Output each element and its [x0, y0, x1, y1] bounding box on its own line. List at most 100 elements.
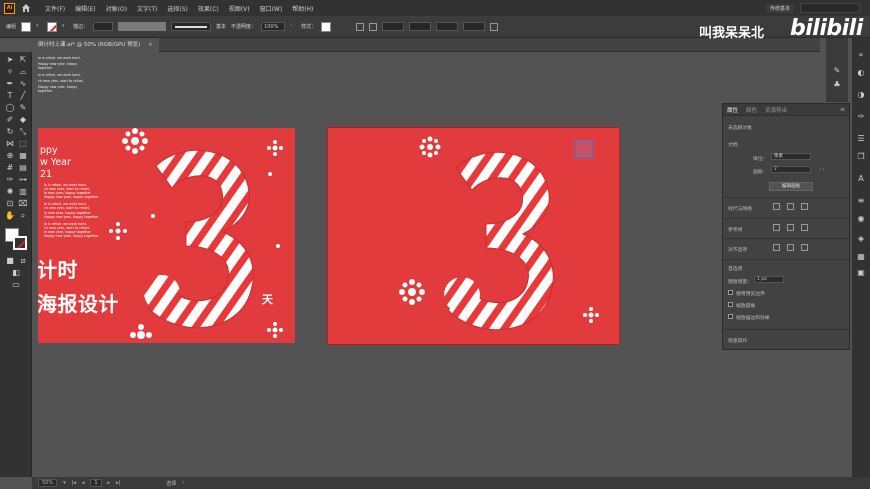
direct-selection-tool-icon[interactable]: ⇱: [18, 55, 28, 65]
guides-show-icon[interactable]: [773, 224, 780, 231]
character-icon[interactable]: A: [856, 174, 866, 184]
keyboard-increment-field[interactable]: 1 px: [754, 276, 784, 283]
chevron-down-icon[interactable]: ▾: [36, 23, 42, 31]
canvas[interactable]: lo is refuel, we work hard, Happy new ye…: [32, 52, 820, 477]
stroke-swatch[interactable]: [47, 21, 58, 32]
free-transform-icon[interactable]: ⬚: [18, 139, 28, 149]
stroke-style-preview[interactable]: [171, 22, 212, 31]
appearance-icon[interactable]: ◉: [856, 214, 866, 224]
close-icon[interactable]: ×: [148, 42, 153, 48]
none-color-icon[interactable]: ⧄: [18, 256, 28, 266]
paintbrush-icon[interactable]: ✎: [18, 103, 28, 113]
last-artboard-icon[interactable]: ▸|: [116, 480, 120, 486]
color-panel-icon[interactable]: ◐: [856, 68, 866, 78]
brushes-icon[interactable]: ✑: [856, 112, 866, 122]
brush-panel-icon[interactable]: ✎: [832, 66, 842, 76]
selected-snowflake[interactable]: [575, 140, 593, 158]
snap-pixel-icon[interactable]: [787, 244, 794, 251]
grid-icon[interactable]: [787, 203, 794, 210]
menu-window[interactable]: 窗口(W): [260, 4, 283, 13]
chevron-down-icon[interactable]: ▾: [63, 480, 66, 486]
artboard-dropdown[interactable]: 2: [771, 166, 811, 173]
symbol-sprayer-icon[interactable]: ✺: [5, 187, 15, 197]
menu-edit[interactable]: 编辑(E): [75, 4, 95, 13]
menu-view[interactable]: 视图(V): [229, 4, 250, 13]
snap-point-icon[interactable]: [773, 244, 780, 251]
graphic-styles-icon[interactable]: ◈: [856, 234, 866, 244]
tab-properties[interactable]: 属性: [727, 106, 738, 114]
first-artboard-icon[interactable]: |◂: [72, 480, 76, 486]
preview-bounds-checkbox[interactable]: [728, 290, 733, 295]
menu-help[interactable]: 帮助(H): [292, 4, 313, 13]
next-artboard-icon[interactable]: ▸: [108, 480, 111, 486]
swatches-icon[interactable]: ▦: [856, 252, 866, 262]
tab-color[interactable]: 颜色: [746, 106, 757, 114]
home-icon[interactable]: [21, 3, 31, 13]
artboard-number-field[interactable]: 1: [90, 479, 102, 487]
zoom-field[interactable]: 50%: [38, 479, 58, 487]
stroke-color-box[interactable]: [13, 236, 27, 250]
transparency-grid-icon[interactable]: [801, 203, 808, 210]
artboard-1[interactable]: ppy w Year 21 lo is refuel, we work hard…: [38, 128, 295, 343]
align-icon[interactable]: [356, 22, 365, 31]
snap-glyph-icon[interactable]: [801, 244, 808, 251]
blend-tool-icon[interactable]: ⊶: [18, 175, 28, 185]
artboard-tool-icon[interactable]: ⊡: [5, 199, 15, 209]
perspective-grid-icon[interactable]: ▦: [18, 151, 28, 161]
transform-icon[interactable]: [369, 22, 378, 31]
draw-mode-icon[interactable]: ◧: [11, 268, 21, 278]
scale-strokes-checkbox[interactable]: [728, 314, 733, 319]
collapse-icon[interactable]: «: [856, 50, 866, 60]
paragraph-icon[interactable]: ≡: [856, 196, 866, 206]
chevron-right-icon[interactable]: ›: [182, 480, 184, 486]
variable-width-profile[interactable]: [118, 22, 167, 31]
chevron-right-icon[interactable]: ›: [290, 23, 296, 31]
tab-asset-export[interactable]: 资源导出: [765, 106, 787, 114]
panel-menu-icon[interactable]: ≡: [840, 106, 845, 113]
scale-corners-checkbox[interactable]: [728, 302, 733, 307]
unit-dropdown[interactable]: 像素: [771, 153, 811, 160]
guides-lock-icon[interactable]: [787, 224, 794, 231]
eraser-icon[interactable]: ◆: [18, 115, 28, 125]
menu-file[interactable]: 文件(F): [45, 4, 65, 13]
menu-type[interactable]: 文字(T): [137, 4, 157, 13]
workspace-switcher[interactable]: 传统基本: [765, 3, 794, 13]
scale-tool-icon[interactable]: ⤡: [18, 127, 28, 137]
curvature-tool-icon[interactable]: ∿: [18, 79, 28, 89]
opacity-field[interactable]: 100%: [261, 22, 286, 31]
search-input[interactable]: [800, 3, 860, 13]
mesh-tool-icon[interactable]: #: [5, 163, 15, 173]
fill-swatch[interactable]: [21, 21, 32, 32]
stroke-weight-field[interactable]: [93, 22, 114, 31]
screen-mode-icon[interactable]: ▭: [11, 280, 21, 290]
w-field[interactable]: [436, 22, 459, 31]
eyedropper-icon[interactable]: ✑: [5, 175, 15, 185]
ellipse-tool-icon[interactable]: ◯: [5, 103, 15, 113]
ruler-icon[interactable]: [773, 203, 780, 210]
graphic-style-swatch[interactable]: [321, 21, 332, 32]
chevron-down-icon[interactable]: ▾: [62, 23, 68, 31]
rotate-tool-icon[interactable]: ↻: [5, 127, 15, 137]
color-mode-icon[interactable]: ■: [5, 256, 15, 266]
artboard-nav-icon[interactable]: ‹ ›: [819, 168, 824, 173]
slice-tool-icon[interactable]: ⌧: [18, 199, 28, 209]
lasso-icon[interactable]: ⌓: [18, 67, 28, 77]
transparency-icon[interactable]: ▣: [856, 268, 866, 278]
type-tool-icon[interactable]: T: [5, 91, 15, 101]
x-field[interactable]: [382, 22, 405, 31]
edit-artboard-button[interactable]: 编辑画板: [769, 182, 813, 191]
shaper-tool-icon[interactable]: ✐: [5, 115, 15, 125]
document-tab[interactable]: 倒计时上课.ai* @ 50% (RGB/GPU 预览) ×: [32, 38, 159, 52]
artboard-2[interactable]: [327, 127, 620, 345]
symbols-panel-icon[interactable]: ♣: [832, 80, 842, 90]
zoom-tool-icon[interactable]: ⌕: [18, 211, 28, 221]
smart-guides-icon[interactable]: [801, 224, 808, 231]
panel-options-icon[interactable]: [490, 22, 499, 31]
selection-tool-icon[interactable]: ➤: [5, 55, 15, 65]
line-tool-icon[interactable]: ╱: [18, 91, 28, 101]
menu-object[interactable]: 对象(O): [106, 4, 127, 13]
y-field[interactable]: [409, 22, 432, 31]
shape-builder-icon[interactable]: ⊕: [5, 151, 15, 161]
h-field[interactable]: [463, 22, 486, 31]
menu-effect[interactable]: 效果(C): [198, 4, 219, 13]
